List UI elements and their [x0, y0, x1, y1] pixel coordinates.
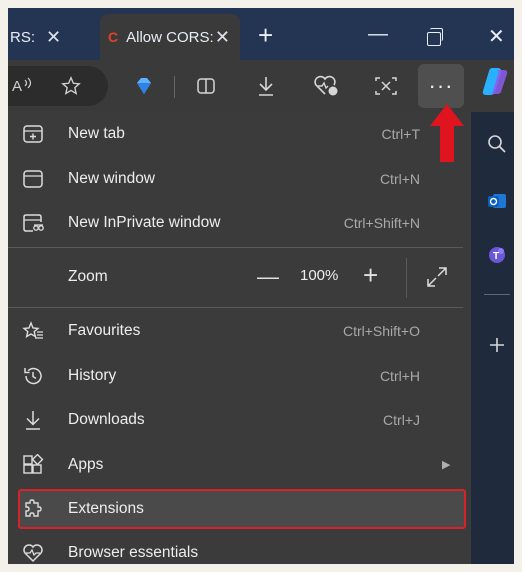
menu-item-label: Favourites: [68, 322, 141, 339]
gem-extension-icon[interactable]: [130, 72, 158, 100]
menu-item-shortcut: Ctrl+Shift+O: [342, 323, 420, 339]
history-icon: [24, 367, 42, 385]
menu-item-favourites[interactable]: Favourites Ctrl+Shift+O: [10, 309, 458, 353]
menu-item-shortcut: Ctrl+Shift+N: [343, 215, 420, 231]
menu-item-apps[interactable]: Apps: [10, 443, 458, 487]
zoom-label: Zoom: [68, 268, 108, 285]
menu-item-new-window[interactable]: New window Ctrl+N: [10, 157, 458, 201]
extensions-icon: [25, 499, 42, 517]
chevron-right-icon: ▶: [442, 459, 451, 471]
sidebar-divider: [484, 294, 510, 295]
menu-item-extensions[interactable]: Extensions: [10, 487, 458, 531]
zoom-level: 100%: [300, 267, 339, 284]
menu-item-label: Downloads: [68, 411, 145, 428]
menu-item-browser-essentials[interactable]: Browser essentials: [10, 531, 458, 572]
tab-favicon-icon: C: [108, 29, 119, 45]
zoom-out-button[interactable]: —: [257, 264, 279, 290]
heart-pulse-icon: [23, 544, 43, 563]
zoom-in-button[interactable]: +: [363, 260, 378, 291]
minimize-button[interactable]: —: [368, 24, 388, 44]
svg-text:A: A: [12, 78, 22, 95]
read-aloud-icon[interactable]: A: [12, 76, 34, 96]
fullscreen-icon[interactable]: [425, 265, 449, 289]
search-icon[interactable]: [486, 133, 508, 155]
tab-title: Allow CORS:: [126, 28, 214, 46]
menu-item-shortcut: Ctrl+H: [379, 368, 420, 384]
new-tab-icon: [23, 125, 43, 143]
menu-item-zoom: Zoom: [10, 255, 458, 299]
tab-close-icon[interactable]: ✕: [215, 27, 230, 48]
download-icon[interactable]: [252, 72, 280, 100]
menu-divider: [8, 247, 463, 248]
toolbar-divider: [174, 76, 175, 98]
menu-item-label: History: [68, 367, 117, 384]
settings-and-more-button[interactable]: ···: [418, 64, 464, 108]
window-close-button[interactable]: ✕: [488, 27, 505, 47]
apps-icon: [23, 454, 44, 474]
new-tab-button[interactable]: +: [258, 22, 273, 48]
menu-item-shortcut: Ctrl+J: [383, 412, 420, 428]
menu-item-downloads[interactable]: Downloads Ctrl+J: [10, 398, 458, 442]
menu-item-label: New window: [68, 170, 156, 187]
split-screen-icon[interactable]: [192, 72, 220, 100]
menu-item-new-inprivate-window[interactable]: New InPrivate window Ctrl+Shift+N: [10, 201, 458, 245]
menu-item-label: Apps: [68, 456, 104, 473]
menu-item-label: New tab: [68, 125, 125, 142]
browser-essentials-icon[interactable]: [312, 72, 340, 100]
annotation-arrow-icon: [430, 104, 464, 162]
tab-active[interactable]: C Allow CORS: ✕: [100, 14, 240, 60]
window-icon: [23, 170, 43, 188]
svg-text:T: T: [493, 251, 499, 262]
download-icon: [26, 411, 40, 430]
menu-item-label: Extensions: [68, 500, 144, 517]
tab-close-icon[interactable]: ✕: [46, 27, 61, 48]
teams-icon[interactable]: T: [486, 244, 508, 266]
menu-divider: [8, 307, 463, 308]
screenshot-icon[interactable]: [372, 72, 400, 100]
favourites-icon: [22, 321, 43, 339]
menu-item-shortcut: Ctrl+N: [379, 171, 420, 187]
inprivate-icon: [23, 214, 44, 232]
tab-title: RS:: [10, 28, 36, 46]
zoom-divider: [406, 258, 407, 298]
menu-item-label: Browser essentials: [68, 544, 199, 561]
restore-button[interactable]: [427, 28, 443, 46]
outlook-icon[interactable]: [486, 190, 508, 212]
add-icon[interactable]: [486, 334, 508, 356]
address-bar[interactable]: A: [8, 66, 108, 106]
favourite-star-icon[interactable]: [60, 75, 82, 97]
menu-item-history[interactable]: History Ctrl+H: [10, 354, 458, 398]
tab-strip: RS: ✕ C Allow CORS: ✕ + — ✕: [0, 0, 522, 60]
tab-inactive[interactable]: RS: ✕: [8, 14, 100, 60]
menu-item-new-tab[interactable]: New tab Ctrl+T: [10, 112, 458, 156]
menu-item-shortcut: Ctrl+T: [381, 126, 421, 142]
menu-item-label: New InPrivate window: [68, 214, 221, 231]
copilot-icon[interactable]: [482, 66, 508, 96]
